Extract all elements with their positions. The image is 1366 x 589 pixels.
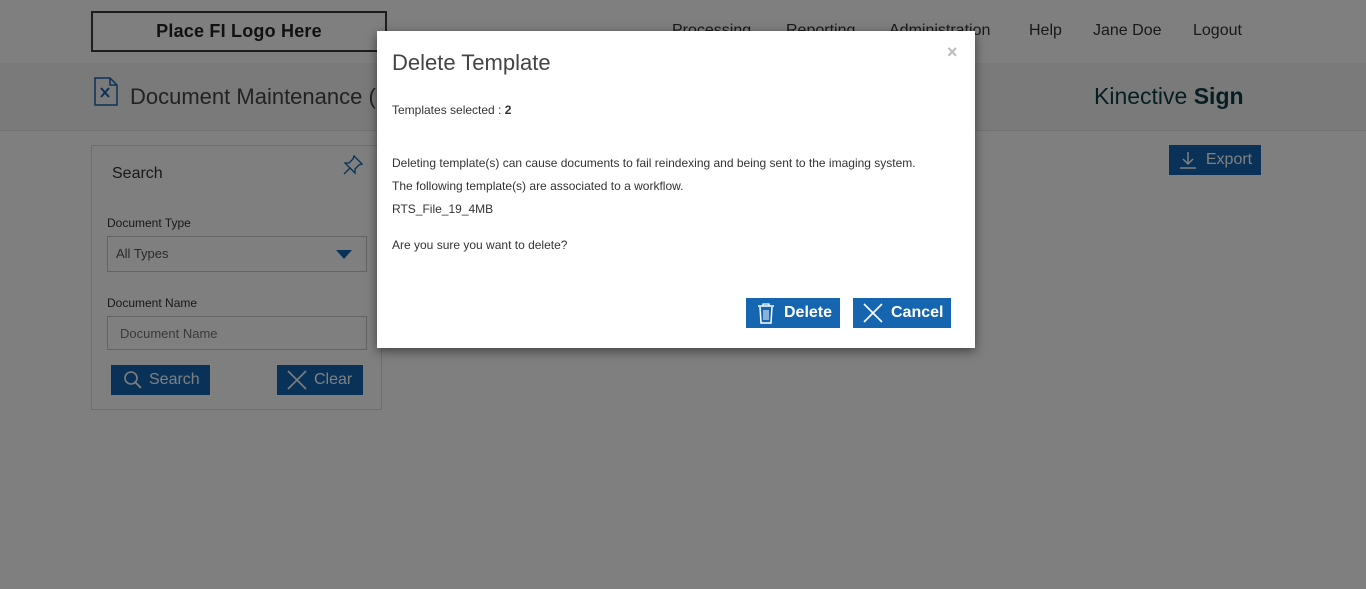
templates-selected-count: 2: [504, 103, 512, 117]
delete-button-label: Delete: [784, 304, 833, 321]
cancel-button-label: Cancel: [891, 304, 944, 321]
template-name: RTS_File_19_4MB: [392, 202, 494, 216]
templates-selected-text: Templates selected : 2: [392, 103, 511, 117]
close-icon: [863, 303, 883, 323]
cancel-button[interactable]: Cancel: [853, 298, 951, 328]
delete-button[interactable]: Delete: [746, 298, 840, 328]
delete-template-dialog: Delete Template × Templates selected : 2…: [377, 31, 975, 348]
warning-text: Deleting template(s) can cause documents…: [392, 156, 916, 170]
association-text: The following template(s) are associated…: [392, 179, 684, 193]
dialog-title: Delete Template: [392, 50, 551, 75]
dialog-close-button[interactable]: ×: [947, 42, 958, 63]
templates-selected-label: Templates selected :: [392, 103, 505, 117]
confirm-text: Are you sure you want to delete?: [392, 238, 568, 252]
trash-icon: [758, 303, 774, 324]
